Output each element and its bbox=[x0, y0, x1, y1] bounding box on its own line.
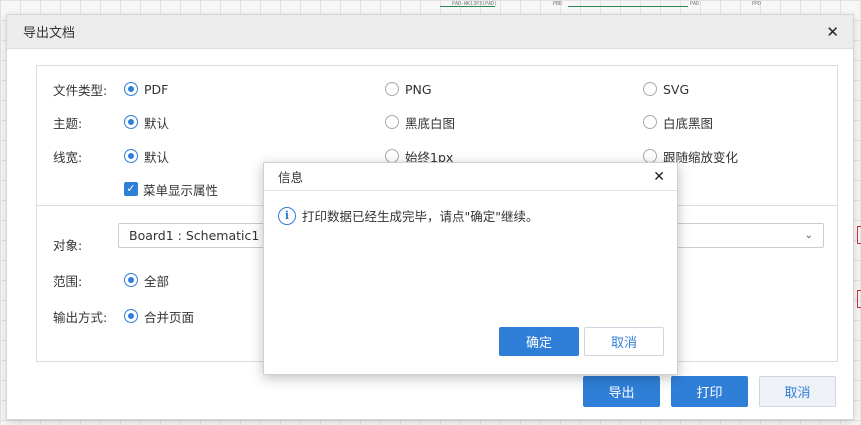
format-radio-png[interactable]: PNG bbox=[385, 79, 432, 99]
theme-label: 主题: bbox=[53, 115, 83, 131]
net-label: PPD bbox=[752, 1, 762, 7]
close-icon[interactable]: ✕ bbox=[826, 23, 839, 41]
info-message: 打印数据已经生成完毕，请点"确定"继续。 bbox=[302, 209, 539, 224]
close-icon[interactable]: ✕ bbox=[653, 169, 665, 185]
info-dialog-title: 信息 bbox=[278, 170, 304, 185]
checkmark-icon: ✓ bbox=[124, 182, 138, 196]
radio-icon bbox=[385, 82, 399, 96]
range-radio-all[interactable]: 全部 bbox=[124, 270, 169, 290]
linewidth-row: 线宽: bbox=[53, 146, 124, 166]
radio-label: PDF bbox=[144, 81, 169, 97]
radio-checked-icon bbox=[124, 273, 138, 287]
target-row: 对象: bbox=[53, 234, 124, 254]
linewidth-radio-default[interactable]: 默认 bbox=[124, 146, 169, 166]
ok-button[interactable]: 确定 bbox=[499, 327, 579, 356]
theme-row: 主题: bbox=[53, 112, 124, 132]
theme-radio-light[interactable]: 白底黑图 bbox=[643, 112, 713, 132]
format-row: 文件类型: bbox=[53, 79, 124, 99]
checkbox-label: 菜单显示属性 bbox=[143, 182, 219, 198]
target-label: 对象: bbox=[53, 237, 83, 253]
info-message-row: i 打印数据已经生成完毕，请点"确定"继续。 bbox=[278, 206, 539, 225]
schematic-canvas-strip: PAD-WK13P3(PAD) PBD PAD PPD bbox=[440, 0, 780, 12]
info-icon: i bbox=[278, 206, 296, 225]
net-label: PBD bbox=[553, 1, 563, 7]
radio-checked-icon bbox=[124, 309, 138, 323]
radio-icon bbox=[643, 149, 657, 163]
export-button[interactable]: 导出 bbox=[583, 376, 660, 407]
radio-checked-icon bbox=[124, 115, 138, 129]
radio-label: 白底黑图 bbox=[663, 115, 714, 131]
range-row: 范围: bbox=[53, 270, 124, 290]
radio-label: 黑底白图 bbox=[405, 115, 456, 131]
theme-radio-dark[interactable]: 黑底白图 bbox=[385, 112, 455, 132]
radio-label: 默认 bbox=[144, 115, 170, 131]
export-dialog-header: 导出文档 ✕ bbox=[7, 15, 853, 49]
schematic-mark bbox=[857, 226, 861, 244]
net-label: PAD bbox=[690, 1, 700, 7]
show-attr-checkbox[interactable]: ✓ 菜单显示属性 bbox=[124, 179, 218, 199]
info-dialog: 信息 ✕ i 打印数据已经生成完毕，请点"确定"继续。 确定 取消 bbox=[263, 162, 678, 375]
info-dialog-header: 信息 ✕ bbox=[264, 163, 677, 191]
radio-icon bbox=[385, 149, 399, 163]
radio-icon bbox=[385, 115, 399, 129]
output-radio-merge[interactable]: 合并页面 bbox=[124, 306, 194, 326]
wire bbox=[568, 6, 688, 7]
export-dialog-title: 导出文档 bbox=[23, 26, 76, 41]
net-label: PAD-WK13P3(PAD) bbox=[452, 1, 498, 7]
output-label: 输出方式: bbox=[53, 309, 108, 325]
info-cancel-button[interactable]: 取消 bbox=[584, 327, 664, 356]
schematic-mark bbox=[857, 290, 861, 308]
radio-checked-icon bbox=[124, 82, 138, 96]
radio-label: SVG bbox=[663, 81, 690, 97]
theme-radio-default[interactable]: 默认 bbox=[124, 112, 169, 132]
format-radio-svg[interactable]: SVG bbox=[643, 79, 689, 99]
output-row: 输出方式: bbox=[53, 306, 124, 326]
range-label: 范围: bbox=[53, 273, 83, 289]
radio-checked-icon bbox=[124, 149, 138, 163]
radio-label: 默认 bbox=[144, 149, 170, 165]
radio-icon bbox=[643, 115, 657, 129]
format-label: 文件类型: bbox=[53, 82, 108, 98]
chevron-down-icon: ⌄ bbox=[804, 230, 813, 241]
cancel-button[interactable]: 取消 bbox=[759, 376, 836, 407]
target-select-value: Board1 : Schematic1 bbox=[129, 228, 260, 243]
radio-icon bbox=[643, 82, 657, 96]
print-button[interactable]: 打印 bbox=[671, 376, 748, 407]
radio-label: 全部 bbox=[144, 273, 170, 289]
linewidth-label: 线宽: bbox=[53, 149, 83, 165]
radio-label: 合并页面 bbox=[144, 309, 195, 325]
radio-label: PNG bbox=[405, 81, 432, 97]
format-radio-pdf[interactable]: PDF bbox=[124, 79, 168, 99]
